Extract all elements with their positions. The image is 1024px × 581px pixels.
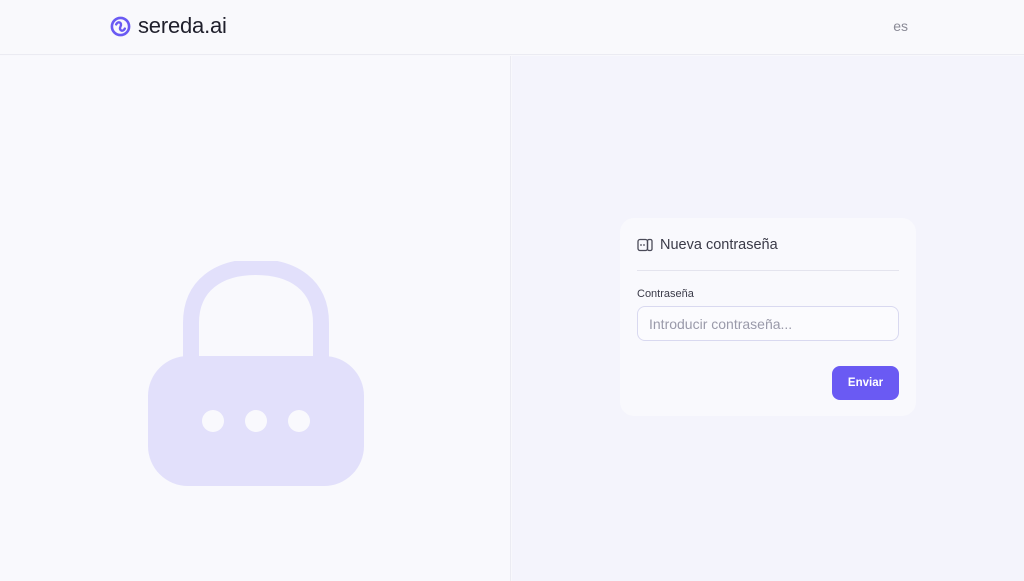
password-label: Contraseña (637, 288, 694, 300)
lock-icon (148, 261, 364, 486)
language-selector[interactable]: es (893, 18, 908, 34)
password-field-icon (637, 238, 653, 252)
brand-logo-link[interactable]: sereda.ai (110, 14, 227, 38)
top-header: sereda.ai es (0, 0, 1024, 55)
brand-name: sereda.ai (138, 13, 227, 38)
submit-button[interactable]: Enviar (832, 366, 899, 400)
new-password-card: Nueva contraseña Contraseña Enviar (620, 218, 916, 416)
password-input[interactable] (637, 306, 899, 341)
card-header: Nueva contraseña (637, 236, 899, 254)
card-divider (637, 270, 899, 271)
card-title: Nueva contraseña (660, 237, 778, 253)
form-panel: Nueva contraseña Contraseña Enviar (512, 56, 1024, 581)
sereda-logo-icon (110, 16, 131, 36)
illustration-panel (0, 56, 511, 581)
